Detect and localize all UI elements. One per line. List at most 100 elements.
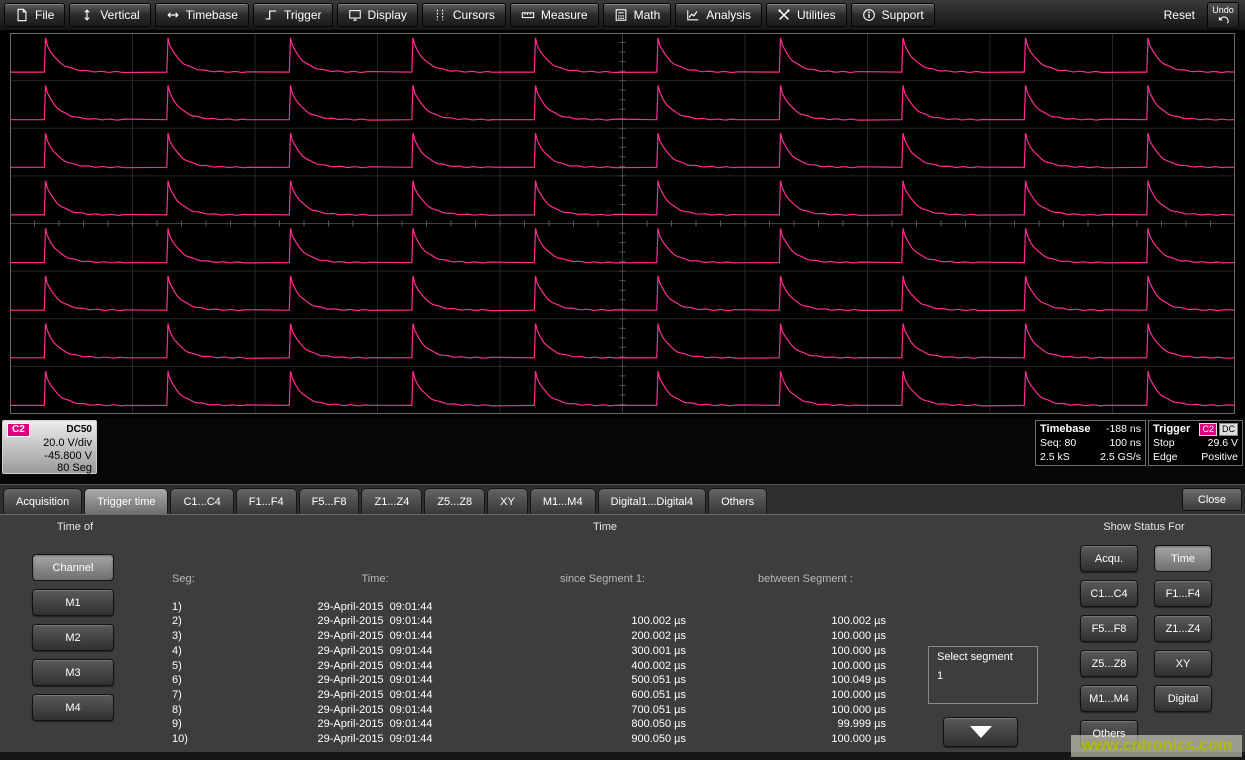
status-button-z1-z4[interactable]: Z1...Z4: [1154, 615, 1212, 642]
channel-offset: -45.800 V: [7, 450, 92, 463]
status-button-c1-c4[interactable]: C1...C4: [1080, 580, 1138, 607]
table-cell: 29-April-2015 09:01:44: [230, 732, 520, 747]
select-segment-panel[interactable]: Select segment 1: [928, 646, 1038, 704]
table-cell: [750, 600, 970, 615]
table-cell: 29-April-2015 09:01:44: [230, 673, 520, 688]
timebase-seq: Seq: 80: [1040, 436, 1076, 450]
tab-digital1-digital4[interactable]: Digital1...Digital4: [598, 488, 707, 514]
tab-z5-z8[interactable]: Z5...Z8: [424, 488, 485, 514]
table-row: 1)29-April-2015 09:01:44: [160, 600, 980, 615]
status-button-time[interactable]: Time: [1154, 545, 1212, 572]
table-cell: 700.051 µs: [520, 703, 750, 718]
trigger-descriptor[interactable]: Trigger C2 DC Stop 29.6 V Edge Positive: [1148, 420, 1243, 466]
menu-button-label: Display: [368, 8, 407, 22]
table-cell: 100.000 µs: [750, 732, 970, 747]
dialog-tab-bar: AcquisitionTrigger timeC1...C4F1...F4F5.…: [0, 484, 1245, 514]
menu-button-display[interactable]: Display: [337, 3, 418, 27]
status-button-acqu-[interactable]: Acqu.: [1080, 545, 1138, 572]
table-row: 8)29-April-2015 09:01:44700.051 µs100.00…: [160, 703, 980, 718]
show-status-buttons: Acqu. Time C1...C4 F1...F4 F5...F8 Z1...Z4 Z5.…: [1080, 545, 1212, 747]
table-cell: 10): [160, 732, 230, 747]
status-button-f1-f4[interactable]: F1...F4: [1154, 580, 1212, 607]
table-cell: 29-April-2015 09:01:44: [230, 629, 520, 644]
column-header: since Segment 1:: [520, 572, 750, 587]
menu-button-timebase[interactable]: Timebase: [155, 3, 249, 27]
trigger-level: 29.6 V: [1208, 436, 1238, 450]
table-cell: 100.002 µs: [750, 614, 970, 629]
trigger-title: Trigger: [1153, 422, 1190, 436]
window-bottom-edge: [0, 752, 1245, 760]
table-cell: 3): [160, 629, 230, 644]
table-row: 10)29-April-2015 09:01:44900.050 µs100.0…: [160, 732, 980, 747]
tab-z1-z4[interactable]: Z1...Z4: [361, 488, 422, 514]
show-status-heading: Show Status For: [1058, 521, 1230, 533]
waveform-display: [0, 30, 1245, 418]
table-cell: 400.002 µs: [520, 659, 750, 674]
reset-button[interactable]: Reset: [1164, 8, 1195, 22]
close-button[interactable]: Close: [1182, 488, 1242, 511]
trigger-mode: Stop: [1153, 436, 1175, 450]
trigger-source-badge: C2: [1199, 423, 1217, 436]
segment-value[interactable]: 1: [937, 670, 1029, 683]
status-button-f5-f8[interactable]: F5...F8: [1080, 615, 1138, 642]
channel-scale: 20.0 V/div: [7, 437, 92, 450]
table-rows: 1)29-April-2015 09:01:442)29-April-2015 …: [160, 600, 980, 747]
table-cell: 8): [160, 703, 230, 718]
channel-id-badge: C2: [7, 423, 30, 437]
tab-xy[interactable]: XY: [487, 488, 528, 514]
column-header: between Segment :: [750, 572, 970, 587]
menu-button-label: Measure: [541, 8, 588, 22]
time-of-button-m1[interactable]: M1: [32, 589, 114, 616]
table-cell: 99.999 µs: [750, 717, 970, 732]
menu-button-cursors[interactable]: Cursors: [422, 3, 506, 27]
time-of-heading: Time of: [0, 521, 150, 533]
menu-button-label: Vertical: [100, 8, 139, 22]
timebase-per-div: 100 ns: [1109, 436, 1141, 450]
table-cell: 800.050 µs: [520, 717, 750, 732]
menu-button-utilities[interactable]: Utilities: [766, 3, 847, 27]
menu-button-math[interactable]: Math: [603, 3, 672, 27]
display-icon: [348, 8, 362, 22]
tab-f5-f8[interactable]: F5...F8: [299, 488, 360, 514]
menu-button-measure[interactable]: Measure: [510, 3, 599, 27]
menu-button-file[interactable]: File: [4, 3, 65, 27]
tab-c1-c4[interactable]: C1...C4: [170, 488, 233, 514]
tab-trigger-time[interactable]: Trigger time: [84, 488, 168, 514]
menu-bar: File Vertical TimebaseTrigger Display Cursor…: [0, 0, 1245, 30]
menu-button-vertical[interactable]: Vertical: [69, 3, 150, 27]
trigger-time-dialog: Time of Time Show Status For Channel M1 M2…: [0, 514, 1245, 752]
table-cell: 2): [160, 614, 230, 629]
table-cell: 900.050 µs: [520, 732, 750, 747]
tab-m1-m4[interactable]: M1...M4: [530, 488, 596, 514]
table-cell: 29-April-2015 09:01:44: [230, 644, 520, 659]
time-of-button-m2[interactable]: M2: [32, 624, 114, 651]
channel-c2-descriptor[interactable]: C2 DC50 20.0 V/div -45.800 V 80 Seg: [2, 420, 97, 474]
table-cell: 500.051 µs: [520, 673, 750, 688]
menu-items: File Vertical TimebaseTrigger Display Cursor…: [4, 3, 935, 27]
tab-acquisition[interactable]: Acquisition: [3, 488, 82, 514]
status-button-z5-z8[interactable]: Z5...Z8: [1080, 650, 1138, 677]
status-button-digital[interactable]: Digital: [1154, 685, 1212, 712]
table-cell: 1): [160, 600, 230, 615]
segment-down-button[interactable]: [943, 717, 1018, 747]
time-of-button-m4[interactable]: M4: [32, 694, 114, 721]
column-header: Time:: [230, 572, 520, 587]
undo-label: Undo: [1212, 6, 1234, 15]
tab-f1-f4[interactable]: F1...F4: [236, 488, 297, 514]
table-cell: 6): [160, 673, 230, 688]
channel-coupling: DC50: [66, 424, 92, 435]
tab-others[interactable]: Others: [708, 488, 767, 514]
undo-button[interactable]: Undo: [1207, 2, 1239, 29]
time-of-button-channel[interactable]: Channel: [32, 554, 114, 581]
menu-button-trigger[interactable]: Trigger: [253, 3, 333, 27]
menu-button-label: File: [35, 8, 54, 22]
timebase-descriptor[interactable]: Timebase -188 ns Seq: 80 100 ns 2.5 kS 2…: [1035, 420, 1146, 466]
table-cell: 100.000 µs: [750, 703, 970, 718]
menu-button-support[interactable]: Support: [851, 3, 935, 27]
time-of-button-m3[interactable]: M3: [32, 659, 114, 686]
status-button-m1-m4[interactable]: M1...M4: [1080, 685, 1138, 712]
tabs: AcquisitionTrigger timeC1...C4F1...F4F5.…: [3, 488, 767, 514]
table-row: 6)29-April-2015 09:01:44500.051 µs100.04…: [160, 673, 980, 688]
status-button-xy[interactable]: XY: [1154, 650, 1212, 677]
menu-button-analysis[interactable]: Analysis: [675, 3, 762, 27]
